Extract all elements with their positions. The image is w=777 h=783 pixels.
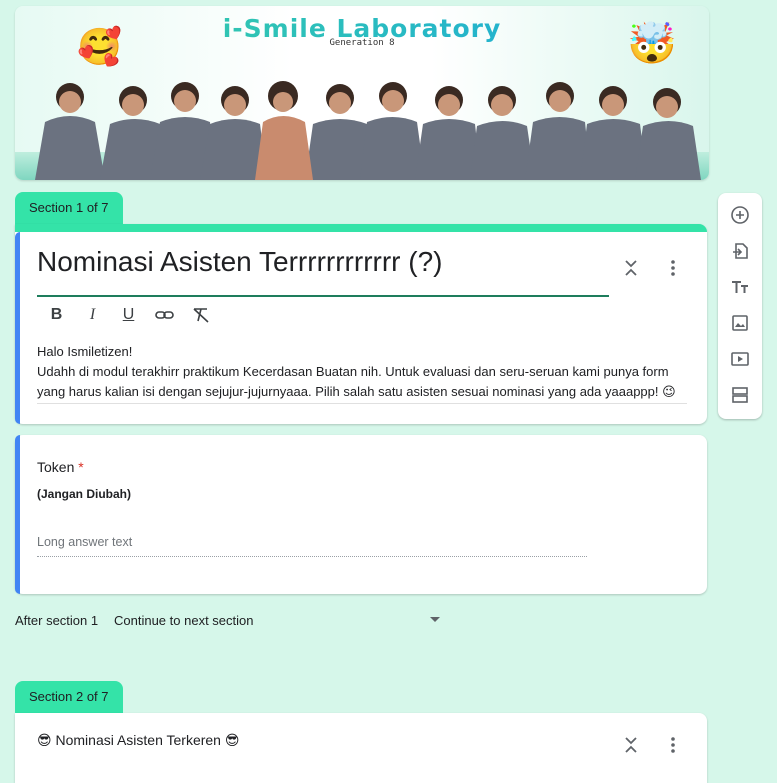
bold-icon[interactable]: B <box>45 304 68 326</box>
title-underline <box>37 295 609 297</box>
question-title[interactable]: Token * <box>37 459 84 475</box>
answer-underline <box>37 556 587 557</box>
section-2-tab: Section 2 of 7 <box>15 681 123 713</box>
description-line: Udahh di modul terakhirr praktikum Kecer… <box>37 364 669 379</box>
required-mark: * <box>78 459 84 475</box>
add-question-icon[interactable] <box>730 205 750 225</box>
section-2-card[interactable]: 😎 Nominasi Asisten Terkeren 😎 <box>15 713 707 783</box>
section-1-tab: Section 1 of 7 <box>15 192 123 224</box>
form-header-card[interactable]: Nominasi Asisten Terrrrrrrrrrrr (?) B I … <box>15 224 707 424</box>
form-title[interactable]: Nominasi Asisten Terrrrrrrrrrrr (?) <box>37 246 443 278</box>
format-toolbar: B I U <box>45 304 212 326</box>
add-video-icon[interactable] <box>730 349 750 369</box>
clear-format-icon[interactable] <box>189 304 212 326</box>
add-section-icon[interactable] <box>730 385 750 405</box>
question-card-token[interactable]: Token * (Jangan Diubah) Long answer text <box>15 435 707 594</box>
link-icon[interactable] <box>153 304 176 326</box>
question-description[interactable]: (Jangan Diubah) <box>37 487 131 501</box>
exploding-head-emoji: 🤯 <box>627 22 677 66</box>
form-description[interactable]: Halo Ismiletizen! Udahh di modul terakhi… <box>37 342 687 402</box>
collapse-icon[interactable] <box>621 735 641 755</box>
header-banner: i-Smile Laboratory Generation 8 🥰 🤯 <box>15 6 709 180</box>
after-section-select[interactable]: Continue to next section <box>114 613 253 628</box>
long-answer-placeholder: Long answer text <box>37 535 133 549</box>
description-line: Halo Ismiletizen! <box>37 344 133 359</box>
focus-indicator <box>15 435 20 594</box>
section-2-title[interactable]: 😎 Nominasi Asisten Terkeren 😎 <box>37 732 239 749</box>
italic-icon[interactable]: I <box>81 304 104 326</box>
more-options-icon[interactable] <box>663 258 683 278</box>
underline-icon[interactable]: U <box>117 304 140 326</box>
focus-indicator <box>15 232 20 424</box>
add-image-icon[interactable] <box>730 313 750 333</box>
dropdown-arrow-icon[interactable] <box>430 617 440 622</box>
more-options-icon[interactable] <box>663 735 683 755</box>
description-line: yang harus kalian isi dengan sejujur-juj… <box>37 384 676 399</box>
add-title-icon[interactable] <box>730 277 750 297</box>
floating-toolbar <box>718 193 762 419</box>
after-section-label: After section 1 <box>15 613 99 628</box>
import-questions-icon[interactable] <box>730 241 750 261</box>
description-underline <box>37 403 687 404</box>
collapse-icon[interactable] <box>621 258 641 278</box>
group-photo <box>15 81 709 180</box>
